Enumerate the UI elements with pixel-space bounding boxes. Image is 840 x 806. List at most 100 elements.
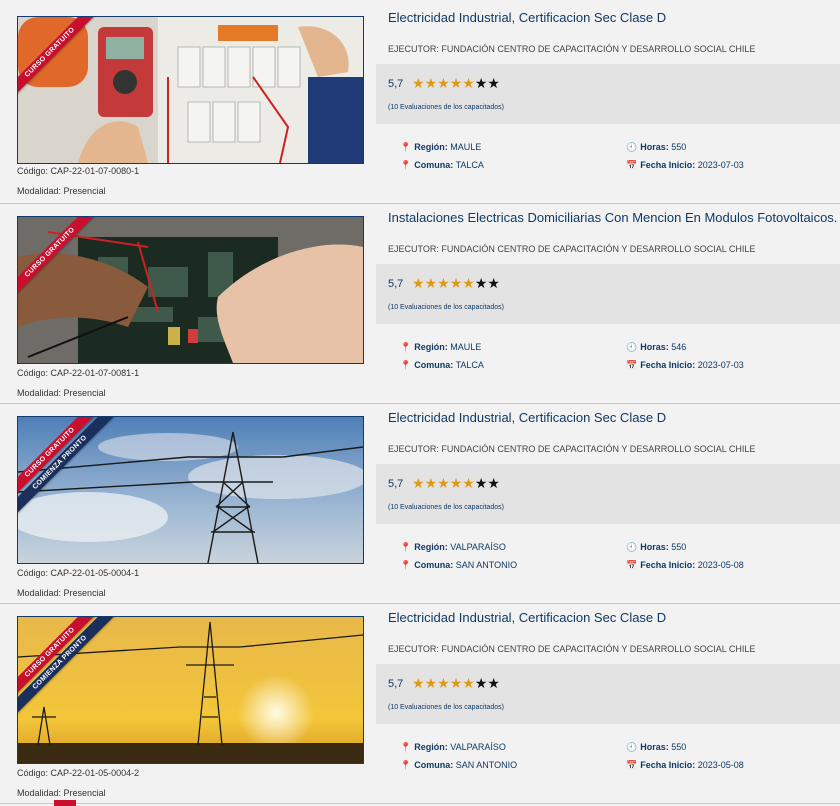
- rating-score: 5,7: [388, 678, 404, 690]
- info-comuna: 📍 Comuna: TALCA: [400, 160, 484, 170]
- star-icon: ★: [487, 275, 500, 291]
- course-title-link[interactable]: Electricidad Industrial, Certificacion S…: [388, 610, 666, 625]
- calendar-icon: 📅: [626, 560, 638, 570]
- map-marker-icon: 📍: [400, 742, 412, 752]
- star-icon: ★: [424, 75, 438, 91]
- star-icon: ★: [412, 275, 425, 291]
- info-fecha-inicio: 📅 Fecha Inicio: 2023-07-03: [626, 360, 744, 370]
- course-image[interactable]: CURSO GRATUITO: [17, 216, 364, 364]
- rating-evaluations: (10 Evaluaciones de los capacitados): [388, 304, 504, 311]
- star-icon: ★: [449, 475, 463, 491]
- map-marker-icon: 📍: [400, 542, 412, 552]
- star-icon: ★: [424, 275, 438, 291]
- course-executor: EJECUTOR: FUNDACIÓN CENTRO DE CAPACITACI…: [388, 444, 756, 454]
- star-icon: ★: [487, 75, 500, 91]
- map-marker-icon: 📍: [400, 360, 412, 370]
- star-icon: ★: [424, 475, 438, 491]
- info-horas: 🕘 Horas: 550: [626, 142, 687, 152]
- rating-stars: ★★★★★★★: [412, 475, 500, 492]
- course-code: Código: CAP-22-01-05-0004-2: [17, 768, 140, 778]
- course-title-link[interactable]: Electricidad Industrial, Certificacion S…: [388, 10, 666, 25]
- info-region: 📍 Región: VALPARAÍSO: [400, 542, 506, 552]
- info-fecha-inicio: 📅 Fecha Inicio: 2023-05-08: [626, 760, 744, 770]
- star-icon: ★: [462, 75, 475, 91]
- star-icon: ★: [474, 75, 488, 91]
- info-region: 📍 Región: VALPARAÍSO: [400, 742, 506, 752]
- course-title-link[interactable]: Electricidad Industrial, Certificacion S…: [388, 410, 666, 425]
- map-marker-icon: 📍: [400, 142, 412, 152]
- star-icon: ★: [449, 675, 463, 691]
- rating-evaluations: (10 Evaluaciones de los capacitados): [388, 104, 504, 111]
- info-horas: 🕘 Horas: 550: [626, 542, 687, 552]
- star-icon: ★: [487, 475, 500, 491]
- star-icon: ★: [462, 275, 475, 291]
- star-icon: ★: [462, 475, 475, 491]
- course-card: CURSO GRATUITO Código: CAP-22-01-07-0081…: [0, 204, 840, 404]
- calendar-icon: 📅: [626, 360, 638, 370]
- star-icon: ★: [412, 675, 425, 691]
- course-card: CURSO GRATUITO COMIENZA PRONTO Código: CA…: [0, 604, 840, 804]
- info-comuna: 📍 Comuna: SAN ANTONIO: [400, 760, 518, 770]
- star-icon: ★: [437, 75, 450, 91]
- clock-icon: 🕘: [626, 142, 638, 152]
- course-modality: Modalidad: Presencial: [17, 788, 106, 798]
- info-region: 📍 Región: MAULE: [400, 342, 482, 352]
- course-card: CURSO GRATUITO Código: CAP-22-01-07-0080…: [0, 0, 840, 204]
- rating-box: 5,7 ★★★★★★★ (10 Evaluaciones de los capa…: [376, 464, 840, 524]
- star-icon: ★: [412, 75, 425, 91]
- calendar-icon: 📅: [626, 760, 638, 770]
- clock-icon: 🕘: [626, 342, 638, 352]
- course-modality: Modalidad: Presencial: [17, 388, 106, 398]
- map-marker-icon: 📍: [400, 160, 412, 170]
- clock-icon: 🕘: [626, 542, 638, 552]
- course-modality: Modalidad: Presencial: [17, 186, 106, 196]
- info-fecha-inicio: 📅 Fecha Inicio: 2023-07-03: [626, 160, 744, 170]
- rating-box: 5,7 ★★★★★★★ (10 Evaluaciones de los capa…: [376, 64, 840, 124]
- course-executor: EJECUTOR: FUNDACIÓN CENTRO DE CAPACITACI…: [388, 644, 756, 654]
- star-icon: ★: [474, 475, 488, 491]
- info-horas: 🕘 Horas: 550: [626, 742, 687, 752]
- next-card-ribbon-fragment: [54, 800, 76, 806]
- rating-score: 5,7: [388, 278, 404, 290]
- course-code: Código: CAP-22-01-07-0081-1: [17, 368, 140, 378]
- star-icon: ★: [474, 275, 488, 291]
- star-icon: ★: [462, 675, 475, 691]
- map-marker-icon: 📍: [400, 560, 412, 570]
- info-comuna: 📍 Comuna: SAN ANTONIO: [400, 560, 518, 570]
- star-icon: ★: [449, 275, 463, 291]
- rating-stars: ★★★★★★★: [412, 675, 500, 692]
- star-icon: ★: [437, 675, 450, 691]
- clock-icon: 🕘: [626, 742, 638, 752]
- star-icon: ★: [449, 75, 463, 91]
- star-icon: ★: [474, 675, 488, 691]
- course-title-link[interactable]: Instalaciones Electricas Domiciliarias C…: [388, 210, 837, 225]
- course-image[interactable]: CURSO GRATUITO COMIENZA PRONTO: [17, 616, 364, 764]
- course-executor: EJECUTOR: FUNDACIÓN CENTRO DE CAPACITACI…: [388, 44, 756, 54]
- star-icon: ★: [487, 675, 500, 691]
- star-icon: ★: [437, 275, 450, 291]
- info-comuna: 📍 Comuna: TALCA: [400, 360, 484, 370]
- course-image[interactable]: CURSO GRATUITO COMIENZA PRONTO: [17, 416, 364, 564]
- course-image[interactable]: CURSO GRATUITO: [17, 16, 364, 164]
- calendar-icon: 📅: [626, 160, 638, 170]
- star-icon: ★: [437, 475, 450, 491]
- info-horas: 🕘 Horas: 546: [626, 342, 687, 352]
- map-marker-icon: 📍: [400, 342, 412, 352]
- rating-score: 5,7: [388, 478, 404, 490]
- info-region: 📍 Región: MAULE: [400, 142, 482, 152]
- map-marker-icon: 📍: [400, 760, 412, 770]
- star-icon: ★: [424, 675, 438, 691]
- info-fecha-inicio: 📅 Fecha Inicio: 2023-05-08: [626, 560, 744, 570]
- course-code: Código: CAP-22-01-05-0004-1: [17, 568, 140, 578]
- rating-box: 5,7 ★★★★★★★ (10 Evaluaciones de los capa…: [376, 664, 840, 724]
- star-icon: ★: [412, 475, 425, 491]
- rating-score: 5,7: [388, 78, 404, 90]
- course-modality: Modalidad: Presencial: [17, 588, 106, 598]
- rating-stars: ★★★★★★★: [412, 75, 500, 92]
- course-card: CURSO GRATUITO COMIENZA PRONTO Código: CA…: [0, 404, 840, 604]
- course-code: Código: CAP-22-01-07-0080-1: [17, 166, 140, 176]
- course-executor: EJECUTOR: FUNDACIÓN CENTRO DE CAPACITACI…: [388, 244, 756, 254]
- rating-box: 5,7 ★★★★★★★ (10 Evaluaciones de los capa…: [376, 264, 840, 324]
- course-list: CURSO GRATUITO Código: CAP-22-01-07-0080…: [0, 0, 840, 804]
- rating-evaluations: (10 Evaluaciones de los capacitados): [388, 704, 504, 711]
